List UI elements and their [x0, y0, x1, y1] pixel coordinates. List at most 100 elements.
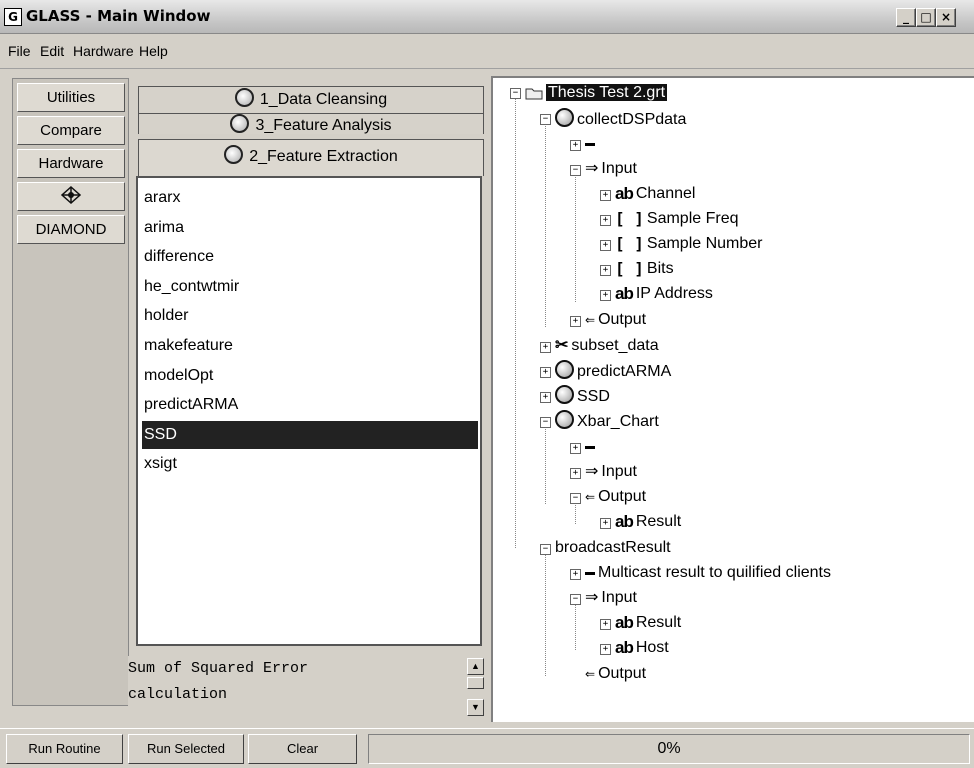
expand-toggle[interactable]: +	[570, 468, 581, 479]
run-routine-button[interactable]: Run Routine	[6, 734, 123, 764]
tree-node-samplenumber[interactable]: [ ] Sample Number	[615, 233, 763, 255]
string-icon: ab	[615, 184, 634, 203]
module-icon	[555, 360, 574, 379]
list-item[interactable]: ararx	[142, 184, 478, 212]
collapse-toggle[interactable]: −	[540, 544, 551, 555]
expand-toggle[interactable]: +	[600, 265, 611, 276]
expand-toggle[interactable]: +	[600, 215, 611, 226]
list-item[interactable]: difference	[142, 243, 478, 271]
expand-toggle[interactable]: +	[600, 518, 611, 529]
list-item[interactable]: he_contwtmir	[142, 273, 478, 301]
expand-toggle[interactable]: +	[600, 240, 611, 251]
tree-node-input[interactable]: ⇒ Input	[585, 461, 637, 483]
dash-icon: ▬	[585, 138, 595, 149]
tab-feature-analysis[interactable]: 3_Feature Analysis	[138, 113, 484, 134]
tab-label: 1_Data Cleansing	[259, 91, 388, 108]
tree-node-result[interactable]: ab Result	[615, 511, 681, 533]
tree-label: predictARMA	[577, 363, 672, 380]
collapse-toggle[interactable]: −	[570, 165, 581, 176]
compare-button[interactable]: Compare	[17, 116, 125, 145]
tree-node-output[interactable]: ⇐ Output	[585, 663, 646, 685]
workflow-tree: − Thesis Test 2.grt − collectDSPdata + ▬…	[491, 76, 974, 722]
tree-node-dash[interactable]: ▬	[585, 436, 598, 458]
string-icon: ab	[615, 638, 634, 657]
scroll-down-icon[interactable]: ▼	[467, 699, 484, 716]
tree-node-samplefreq[interactable]: [ ] Sample Freq	[615, 208, 739, 230]
tree-label: Output	[598, 665, 647, 683]
list-item[interactable]: modelOpt	[142, 362, 478, 390]
run-selected-button[interactable]: Run Selected	[128, 734, 244, 764]
tree-node-channel[interactable]: ab Channel	[615, 183, 695, 205]
tree-node-subset[interactable]: ✂ subset_data	[555, 335, 659, 357]
scroll-thumb[interactable]	[467, 677, 484, 689]
tree-node-host[interactable]: ab Host	[615, 637, 669, 659]
network-tool-button[interactable]	[17, 182, 125, 211]
expand-toggle[interactable]: +	[600, 619, 611, 630]
tree-label: Output	[598, 488, 647, 506]
tree-node-broadcast[interactable]: broadcastResult	[555, 537, 671, 559]
expand-toggle[interactable]: +	[600, 190, 611, 201]
tree-node-multicast[interactable]: ▬ Multicast result to quilified clients	[585, 562, 831, 584]
scroll-up-icon[interactable]: ▲	[467, 658, 484, 675]
description-scrollbar[interactable]: ▲ ▼	[467, 656, 484, 718]
collapse-toggle[interactable]: −	[510, 88, 521, 99]
tree-line	[575, 502, 576, 524]
tab-data-cleansing[interactable]: 1_Data Cleansing	[138, 86, 484, 113]
menu-file[interactable]: File	[8, 43, 31, 59]
collapse-toggle[interactable]: −	[570, 594, 581, 605]
expand-toggle[interactable]: +	[600, 290, 611, 301]
tree-node-xbar[interactable]: Xbar_Chart	[555, 410, 659, 432]
tree-root[interactable]: Thesis Test 2.grt	[525, 82, 668, 104]
menu-edit[interactable]: Edit	[40, 43, 64, 59]
network-icon	[60, 185, 82, 205]
list-item[interactable]: arima	[142, 214, 478, 242]
list-item[interactable]: makefeature	[142, 332, 478, 360]
menu-help[interactable]: Help	[139, 43, 168, 59]
diamond-button[interactable]: DIAMOND	[17, 215, 125, 244]
tree-node-result[interactable]: ab Result	[615, 612, 681, 634]
tree-node-input[interactable]: ⇒ Input	[585, 158, 637, 180]
expand-toggle[interactable]: +	[540, 342, 551, 353]
list-item[interactable]: predictARMA	[142, 391, 478, 419]
maximize-button[interactable]: □	[916, 8, 936, 27]
expand-toggle[interactable]: +	[570, 316, 581, 327]
list-item[interactable]: xsigt	[142, 450, 478, 478]
module-icon	[234, 88, 254, 107]
collapse-toggle[interactable]: −	[570, 493, 581, 504]
collapse-toggle[interactable]: −	[540, 417, 551, 428]
tab-feature-extraction[interactable]: 2_Feature Extraction	[138, 139, 484, 176]
close-button[interactable]: ×	[936, 8, 956, 27]
tree-node-predict[interactable]: predictARMA	[555, 360, 671, 382]
tree-label: Result	[635, 614, 682, 632]
tree-node-collect[interactable]: collectDSPdata	[555, 108, 686, 130]
expand-toggle[interactable]: +	[570, 443, 581, 454]
tree-node-ssd[interactable]: SSD	[555, 385, 610, 407]
array-icon: [ ]	[615, 209, 644, 228]
list-item[interactable]: holder	[142, 302, 478, 330]
clear-button[interactable]: Clear	[248, 734, 357, 764]
expand-toggle[interactable]: +	[570, 140, 581, 151]
hardware-button[interactable]: Hardware	[17, 149, 125, 178]
tree-line	[575, 602, 576, 650]
tree-node-input[interactable]: ⇒ Input	[585, 587, 637, 609]
expand-toggle[interactable]: +	[570, 569, 581, 580]
tree-root-label: Thesis Test 2.grt	[546, 84, 668, 101]
expand-toggle[interactable]: +	[540, 392, 551, 403]
utilities-button[interactable]: Utilities	[17, 83, 125, 112]
tree-label: Sample Number	[646, 235, 763, 253]
tree-node-output[interactable]: ⇐ Output	[585, 486, 646, 508]
tree-line	[545, 426, 546, 504]
expand-toggle[interactable]: +	[600, 644, 611, 655]
expand-toggle[interactable]: +	[540, 367, 551, 378]
description-text: Sum of Squared Error calculation	[128, 656, 464, 718]
tree-node-bits[interactable]: [ ] Bits	[615, 258, 674, 280]
list-item-selected[interactable]: SSD	[142, 421, 478, 449]
collapse-toggle[interactable]: −	[540, 114, 551, 125]
tree-node-dash[interactable]: ▬	[585, 133, 598, 155]
menu-hardware[interactable]: Hardware	[73, 43, 134, 59]
minimize-button[interactable]: _	[896, 8, 916, 27]
tree-node-ip[interactable]: ab IP Address	[615, 283, 713, 305]
progress-indicator: 0%	[368, 734, 970, 764]
tree-node-output[interactable]: ⇐ Output	[585, 309, 646, 331]
tree-line	[545, 122, 546, 327]
